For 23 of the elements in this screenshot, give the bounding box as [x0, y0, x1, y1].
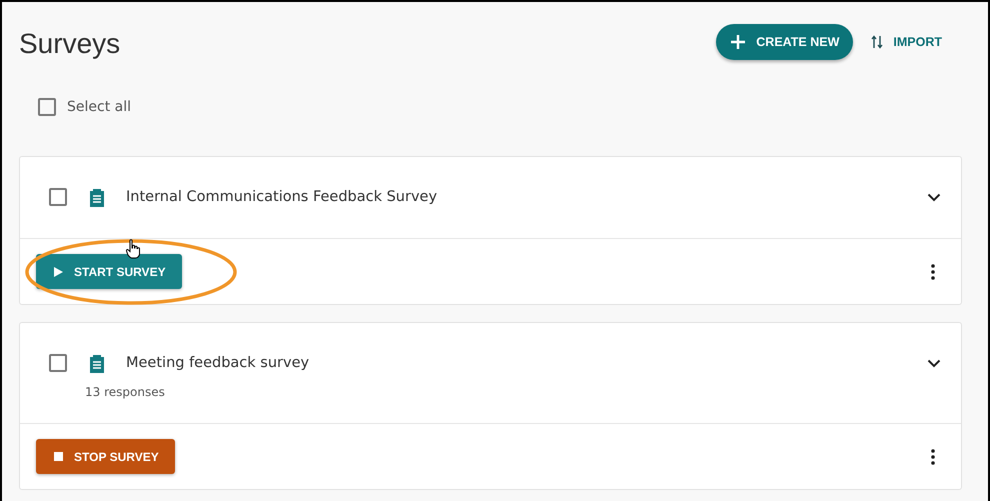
play-icon [54, 266, 63, 276]
plus-icon [730, 34, 746, 50]
checkbox[interactable] [38, 98, 56, 116]
response-count: 13 responses [85, 385, 166, 399]
start-survey-button[interactable]: START SURVEY [36, 254, 182, 289]
select-all-label: Select all [67, 99, 131, 115]
create-new-button[interactable]: CREATE NEW [716, 24, 854, 60]
checkbox[interactable] [49, 188, 67, 206]
clipboard-icon [89, 353, 105, 373]
clipboard-icon [89, 187, 105, 207]
checkbox[interactable] [49, 354, 67, 372]
survey-title[interactable]: Meeting feedback survey [126, 355, 927, 371]
chevron-down-icon[interactable] [927, 358, 941, 368]
more-vertical-icon[interactable] [931, 448, 935, 464]
survey-title[interactable]: Internal Communications Feedback Survey [126, 189, 927, 205]
page-title: Surveys [19, 28, 120, 60]
import-button[interactable]: IMPORT [867, 35, 946, 49]
hand-cursor-icon [126, 239, 140, 259]
sort-arrows-icon [871, 35, 884, 49]
chevron-down-icon[interactable] [927, 192, 941, 202]
stop-survey-button[interactable]: STOP SURVEY [36, 439, 175, 474]
more-vertical-icon[interactable] [931, 264, 935, 280]
stop-icon [54, 452, 63, 461]
